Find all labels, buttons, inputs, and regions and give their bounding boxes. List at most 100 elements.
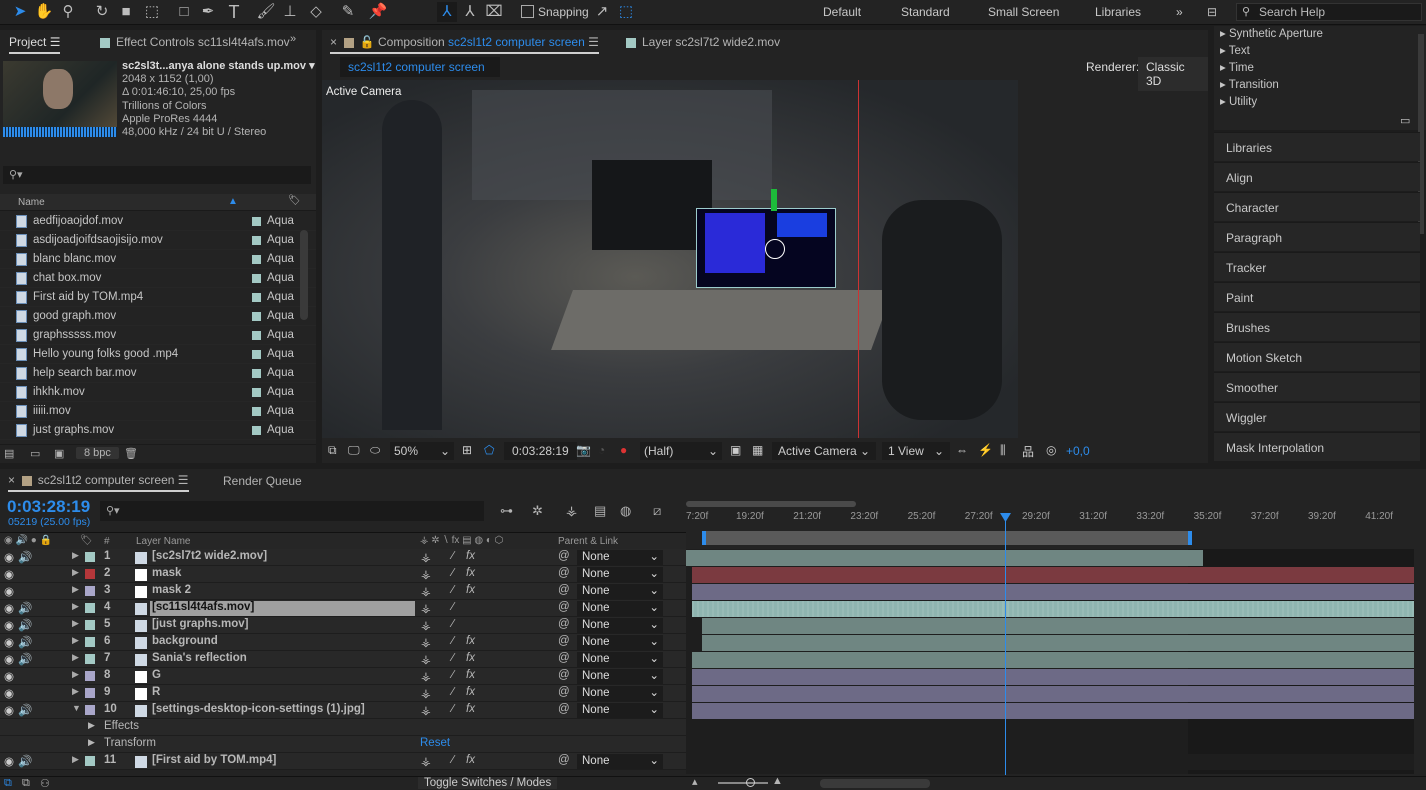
comp-viewer[interactable]: Active Camera (322, 80, 1018, 438)
effect-switch-icon[interactable]: fx (466, 635, 475, 650)
layer-row[interactable]: ◉ ▶ 8 G ⚶ ∕ fx @ None ⌄ (0, 668, 686, 685)
toggle-pixel-aspect-icon[interactable]: ⇔ (956, 443, 968, 457)
timeline-horizontal-scrollbar[interactable] (820, 779, 930, 788)
comp-breadcrumb[interactable]: sc2sl1t2 computer screen (340, 57, 500, 77)
expand-arrow-icon[interactable]: ▶ (72, 567, 79, 582)
panel-overflow-icon[interactable]: » (290, 33, 296, 45)
layer-track-bar[interactable] (686, 550, 1203, 566)
project-item[interactable]: asdijoadjoifdsaojisijo.mov Aqua (0, 231, 316, 250)
layer-track-bar[interactable] (692, 601, 1414, 617)
interpret-footage-icon[interactable]: ▤ (4, 447, 14, 460)
project-item[interactable]: iiiii.mov Aqua (0, 402, 316, 421)
visibility-eye-icon[interactable]: ◉ (4, 686, 14, 701)
display-icon[interactable]: 🖵 (348, 443, 360, 458)
parent-dropdown[interactable]: None ⌄ (577, 686, 663, 701)
expand-arrow-icon[interactable]: ▶ (72, 618, 79, 633)
zoom-in-icon[interactable]: ▲ (772, 775, 783, 787)
workspace-default[interactable]: Default (823, 5, 861, 19)
label-color-swatch[interactable] (85, 569, 95, 579)
pick-whip-icon[interactable]: @ (558, 601, 570, 616)
shy-switch-icon[interactable]: ⚶ (421, 550, 431, 565)
reset-link[interactable]: Reset (420, 737, 450, 752)
tab-render-queue[interactable]: Render Queue (223, 474, 302, 488)
label-swatch[interactable] (252, 217, 261, 226)
effect-switch-icon[interactable]: fx (466, 567, 475, 582)
right-panel-mask-interpolation[interactable]: Mask Interpolation (1214, 432, 1420, 461)
layer-track-bar[interactable] (692, 686, 1414, 702)
effect-switch-icon[interactable]: fx (466, 669, 475, 684)
search-help-input[interactable]: Search Help (1236, 3, 1422, 21)
y-axis-handle[interactable] (771, 189, 777, 211)
parent-dropdown[interactable]: None ⌄ (577, 652, 663, 667)
layer-name[interactable]: [First aid by TOM.mp4] (150, 754, 415, 769)
quality-switch-icon[interactable]: ∕ (452, 686, 454, 701)
view-layout-dropdown[interactable]: 1 View ⌄ (882, 442, 950, 460)
label-color-swatch[interactable] (85, 586, 95, 596)
quality-switch-icon[interactable]: ∕ (452, 601, 454, 616)
effect-category[interactable]: ▸ Synthetic Aperture (1220, 26, 1426, 43)
layer-row[interactable]: ◉ ▶ 2 mask ⚶ ∕ fx @ None ⌄ (0, 566, 686, 583)
zoom-dropdown[interactable]: 50% ⌄ (390, 442, 454, 460)
label-swatch[interactable] (252, 407, 261, 416)
pick-whip-icon[interactable]: @ (558, 652, 570, 667)
right-panel-paragraph[interactable]: Paragraph (1214, 222, 1420, 251)
right-panel-brushes[interactable]: Brushes (1214, 312, 1420, 341)
effect-switch-icon[interactable]: fx (466, 550, 475, 565)
pick-whip-icon[interactable]: @ (558, 635, 570, 650)
pen-tool-icon[interactable]: ✒ (198, 2, 218, 22)
mask-visibility-icon[interactable]: ⬭ (370, 443, 380, 458)
column-layer-name[interactable]: Layer Name (136, 536, 190, 547)
expand-arrow-icon[interactable]: ▶ (72, 635, 79, 650)
roto-brush-tool-icon[interactable]: ✎ (338, 2, 358, 22)
timeline-search-input[interactable]: ⚲▾ (100, 501, 484, 521)
layer-row[interactable]: ◉ 🔊 ▼ 10 [settings-desktop-icon-settings (1)… (0, 702, 686, 719)
lock-icon[interactable]: 🔓 (360, 35, 375, 49)
zoom-tool-icon[interactable]: ⚲ (58, 2, 78, 22)
layer-track-bar[interactable] (702, 618, 1414, 634)
quality-switch-icon[interactable]: ∕ (452, 703, 454, 718)
label-color-swatch[interactable] (85, 552, 95, 562)
parent-dropdown[interactable]: None ⌄ (577, 601, 663, 616)
snap-edges-icon[interactable]: ↗ (592, 2, 612, 22)
rotate-tool-icon[interactable]: ↻ (92, 2, 112, 22)
expand-arrow-icon[interactable]: ▶ (72, 584, 79, 599)
hand-tool-icon[interactable]: ✋ (34, 2, 54, 22)
footage-name[interactable]: sc2sl3t...anya alone stands up.mov ▾ (122, 60, 315, 73)
visibility-eye-icon[interactable]: ◉ (4, 754, 14, 769)
snapping-checkbox[interactable] (521, 5, 534, 18)
pick-whip-icon[interactable]: @ (558, 550, 570, 565)
right-panel-smoother[interactable]: Smoother (1214, 372, 1420, 401)
transfer-controls-icon[interactable]: ⚇ (40, 777, 50, 790)
label-color-swatch[interactable] (85, 705, 95, 715)
effect-category[interactable]: ▸ Time (1220, 60, 1426, 77)
layer-track-bar[interactable] (702, 754, 1414, 770)
column-name[interactable]: Name (18, 197, 45, 208)
pick-whip-icon[interactable]: @ (558, 584, 570, 599)
layer-row[interactable]: ◉ 🔊 ▶ 7 Sania's reflection ⚶ ∕ fx @ None ⌄ (0, 651, 686, 668)
layer-name[interactable]: [settings-desktop-icon-settings (1).jpg] (150, 703, 415, 718)
type-tool-icon[interactable]: T (224, 2, 244, 22)
layer-track-bar[interactable] (692, 584, 1414, 600)
puppet-tool-icon[interactable]: 📌 (368, 2, 388, 22)
effect-switch-icon[interactable]: fx (466, 652, 475, 667)
shy-layers-icon[interactable]: ⚶ (566, 503, 577, 519)
audio-icon[interactable]: 🔊 (18, 754, 32, 769)
project-item[interactable]: just graphs.mov Aqua (0, 421, 316, 440)
current-time-indicator[interactable] (1005, 513, 1006, 775)
expand-arrow-icon[interactable]: ▶ (72, 601, 79, 616)
quality-switch-icon[interactable]: ∕ (452, 652, 454, 667)
work-area-bar[interactable] (702, 531, 1192, 545)
zoom-slider[interactable] (718, 782, 768, 784)
label-column-icon[interactable]: 🏷 (288, 195, 301, 206)
pick-whip-icon[interactable]: @ (558, 754, 570, 769)
layer-name[interactable]: background (150, 635, 415, 650)
graph-editor-icon[interactable]: ⧄ (653, 503, 661, 519)
effect-category[interactable]: ▸ Transition (1220, 77, 1426, 94)
guide-line[interactable] (858, 80, 859, 438)
quality-switch-icon[interactable]: ∕ (452, 669, 454, 684)
selection-tool-icon[interactable]: ➤ (10, 2, 30, 22)
camera-dropdown[interactable]: Active Camera ⌄ (772, 442, 876, 460)
effect-category[interactable]: ▸ Text (1220, 43, 1426, 60)
project-scrollbar[interactable] (300, 230, 308, 320)
effect-category[interactable]: ▸ Utility (1220, 94, 1426, 111)
